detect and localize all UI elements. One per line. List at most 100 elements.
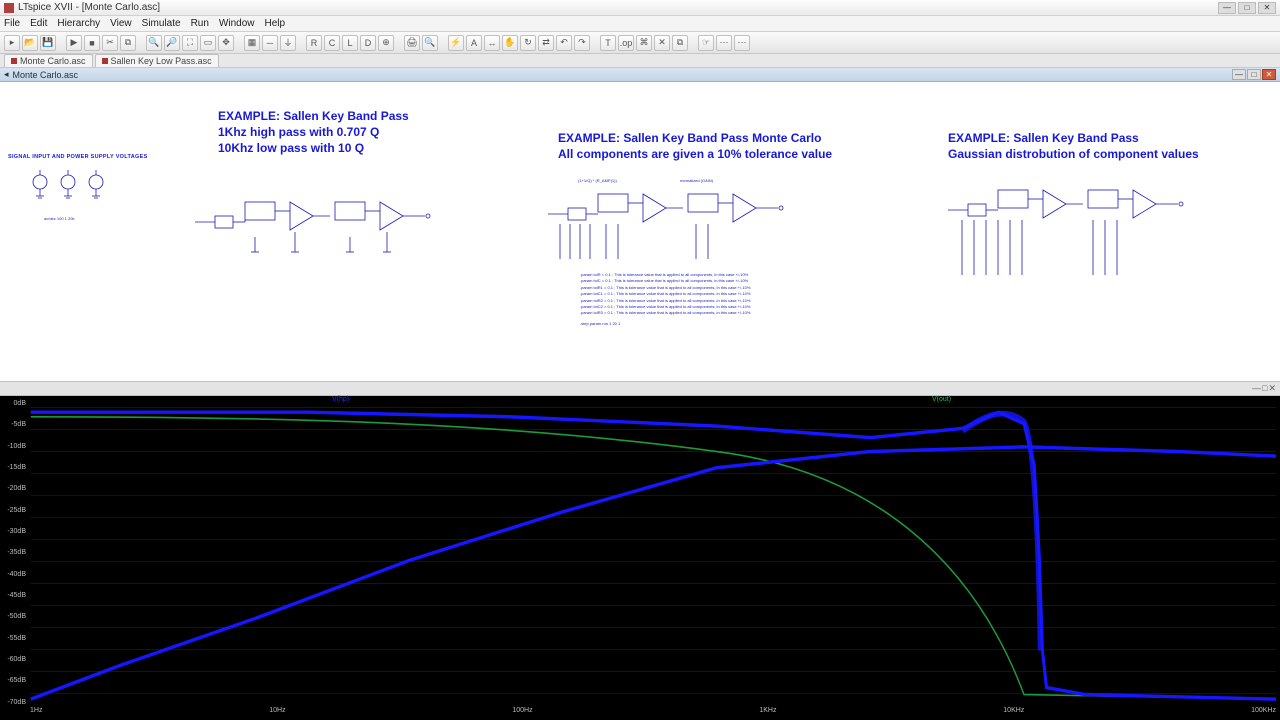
plot-minimize-button[interactable]: — [1252, 383, 1261, 394]
legend-trace-out[interactable]: V(out) [930, 396, 953, 403]
example3-title: EXAMPLE: Sallen Key Band Pass Gaussian d… [948, 130, 1199, 162]
plot-close-button[interactable]: ✕ [1268, 383, 1276, 394]
redo-icon[interactable]: ↷ [574, 35, 590, 51]
spice-icon[interactable]: .op [618, 35, 634, 51]
hand-icon[interactable]: ☞ [698, 35, 714, 51]
file-icon [102, 58, 108, 64]
circuit-example3 [948, 180, 1198, 280]
y-axis-ticks: 0dB -5dB -10dB -15dB -20dB -25dB -30dB -… [2, 400, 28, 706]
waveform-viewer[interactable]: V(hp) V(out) 0dB -5dB -10dB -15dB -20dB … [0, 396, 1280, 720]
misc1-icon[interactable]: ⋯ [716, 35, 732, 51]
menu-run[interactable]: Run [191, 18, 209, 29]
save-icon[interactable]: 💾 [40, 35, 56, 51]
zoom-out-icon[interactable]: 🔎 [164, 35, 180, 51]
minimize-button[interactable]: — [1218, 2, 1236, 14]
pane-maximize-button[interactable]: □ [1247, 69, 1261, 80]
zoom-fit-icon[interactable]: ⛶ [182, 35, 198, 51]
rotate-icon[interactable]: ↻ [520, 35, 536, 51]
y-tick: -55dB [2, 635, 28, 642]
plot-tab-bar: — □ ✕ [0, 382, 1280, 396]
stop-icon[interactable]: ■ [84, 35, 100, 51]
label-icon[interactable]: A [466, 35, 482, 51]
text-icon[interactable]: T [600, 35, 616, 51]
zoom-in-icon[interactable]: 🔍 [146, 35, 162, 51]
print-icon[interactable]: 🖨 [404, 35, 420, 51]
grid-icon[interactable]: ▦ [244, 35, 260, 51]
app-icon [4, 3, 14, 13]
y-tick: -60dB [2, 656, 28, 663]
open-icon[interactable]: 📂 [22, 35, 38, 51]
y-tick: -50dB [2, 613, 28, 620]
plot-legend: V(hp) V(out) [30, 396, 1276, 406]
menu-hierarchy[interactable]: Hierarchy [57, 18, 100, 29]
probe-icon[interactable]: ⚡ [448, 35, 464, 51]
delete-icon[interactable]: ✕ [654, 35, 670, 51]
move-icon[interactable]: ↔ [484, 35, 500, 51]
y-tick: 0dB [2, 400, 28, 407]
copy-icon[interactable]: ⧉ [120, 35, 136, 51]
maximize-button[interactable]: □ [1238, 2, 1256, 14]
spice-directives: .param tolR = 0.1 ; This is tolerance va… [580, 272, 790, 327]
x-axis-ticks: 1Hz 10Hz 100Hz 1KHz 10KHz 100KHz [30, 707, 1276, 719]
drag-icon[interactable]: ✋ [502, 35, 518, 51]
misc2-icon[interactable]: ⋯ [734, 35, 750, 51]
resistor-icon[interactable]: R [306, 35, 322, 51]
inductor-icon[interactable]: L [342, 35, 358, 51]
tab-sallen-key[interactable]: Sallen Key Low Pass.asc [95, 54, 219, 67]
plot-tab-label[interactable] [4, 384, 7, 394]
y-tick: -45dB [2, 592, 28, 599]
net-icon[interactable]: ⌘ [636, 35, 652, 51]
circuit-example2 [548, 184, 798, 264]
plot-maximize-button[interactable]: □ [1262, 383, 1267, 394]
menu-view[interactable]: View [110, 18, 132, 29]
note-line: .param tolR3 = 0.1 ; This is tolerance v… [580, 310, 790, 316]
diode-icon[interactable]: D [360, 35, 376, 51]
menu-bar: File Edit Hierarchy View Simulate Run Wi… [0, 16, 1280, 32]
active-schematic-tab[interactable]: Monte Carlo.asc [13, 70, 79, 80]
x-tick: 10Hz [269, 707, 285, 719]
supply-heading: SIGNAL INPUT AND POWER SUPPLY VOLTAGES [8, 154, 148, 160]
toolbar: ▸ 📂 💾 ▶ ■ ✂ ⧉ 🔍 🔎 ⛶ ▭ ✥ ▦ ─ ⏚ R C L D ⊕ … [0, 32, 1280, 54]
note-line: .step param run 1 20 1 [580, 321, 790, 327]
menu-help[interactable]: Help [265, 18, 286, 29]
y-tick: -10dB [2, 443, 28, 450]
supply-sources [28, 164, 118, 204]
capacitor-icon[interactable]: C [324, 35, 340, 51]
new-icon[interactable]: ▸ [4, 35, 20, 51]
menu-window[interactable]: Window [219, 18, 255, 29]
tab-monte-carlo[interactable]: Monte Carlo.asc [4, 54, 93, 67]
schematic-canvas[interactable]: SIGNAL INPUT AND POWER SUPPLY VOLTAGES a… [0, 82, 1280, 382]
pane-minimize-button[interactable]: — [1232, 69, 1246, 80]
window-titlebar: LTspice XVII - [Monte Carlo.asc] — □ ✕ [0, 0, 1280, 16]
mirror-icon[interactable]: ⇄ [538, 35, 554, 51]
tab-label: Monte Carlo.asc [20, 56, 86, 66]
y-tick: -35dB [2, 549, 28, 556]
zoom-area-icon[interactable]: ▭ [200, 35, 216, 51]
pane-close-button[interactable]: ✕ [1262, 69, 1276, 80]
menu-simulate[interactable]: Simulate [142, 18, 181, 29]
undo-icon[interactable]: ↶ [556, 35, 572, 51]
run-icon[interactable]: ▶ [66, 35, 82, 51]
find-icon[interactable]: 🔍 [422, 35, 438, 51]
circuit-example1 [195, 192, 445, 262]
x-tick: 100Hz [512, 707, 532, 719]
tab-label: Sallen Key Low Pass.asc [111, 56, 212, 66]
menu-edit[interactable]: Edit [30, 18, 47, 29]
ground-icon[interactable]: ⏚ [280, 35, 296, 51]
x-tick: 1Hz [30, 707, 42, 719]
y-tick: -20dB [2, 485, 28, 492]
y-tick: -30dB [2, 528, 28, 535]
window-title: LTspice XVII - [Monte Carlo.asc] [18, 2, 160, 13]
duplicate-icon[interactable]: ⧉ [672, 35, 688, 51]
example1-title: EXAMPLE: Sallen Key Band Pass 1Khz high … [218, 108, 409, 157]
cut-icon[interactable]: ✂ [102, 35, 118, 51]
menu-file[interactable]: File [4, 18, 20, 29]
example2-title: EXAMPLE: Sallen Key Band Pass Monte Carl… [558, 130, 832, 162]
chevron-left-icon[interactable]: ◂ [4, 69, 9, 80]
pan-icon[interactable]: ✥ [218, 35, 234, 51]
legend-trace-hp[interactable]: V(hp) [330, 396, 351, 403]
y-tick: -40dB [2, 571, 28, 578]
wire-icon[interactable]: ─ [262, 35, 278, 51]
component-icon[interactable]: ⊕ [378, 35, 394, 51]
close-button[interactable]: ✕ [1258, 2, 1276, 14]
